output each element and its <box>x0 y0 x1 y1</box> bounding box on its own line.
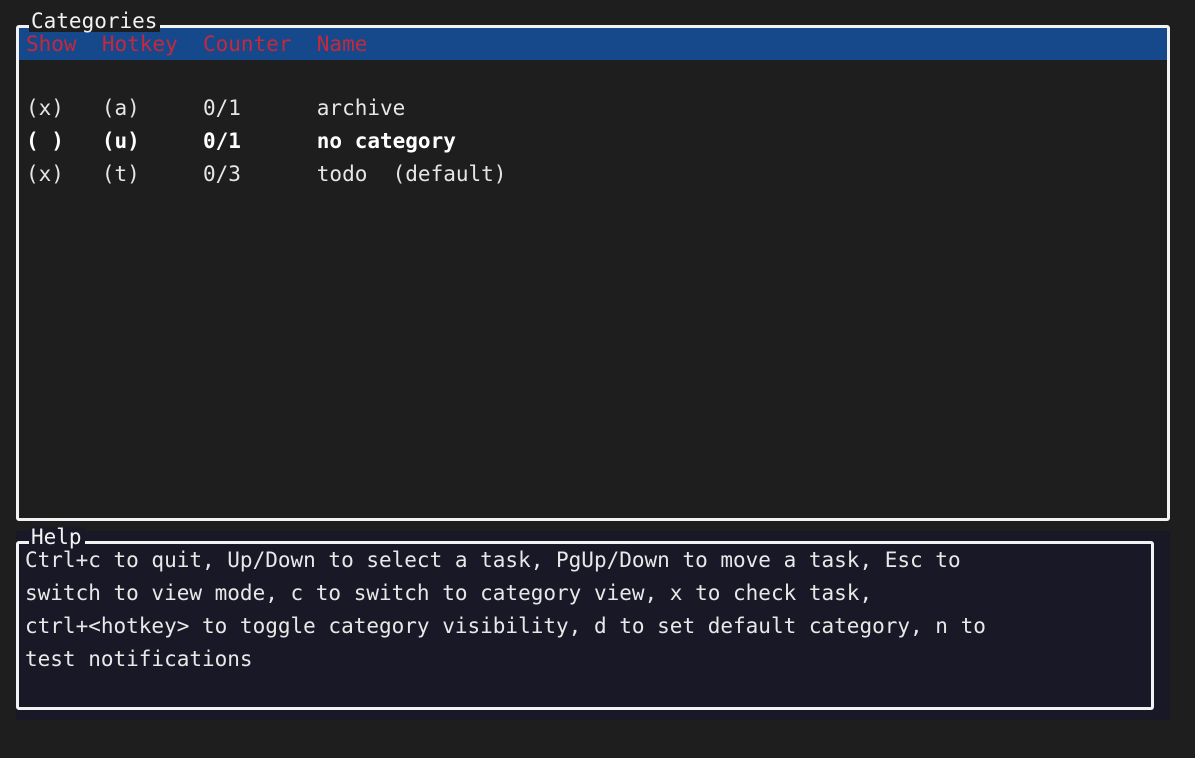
table-row[interactable]: (x) (a) 0/1 archive <box>26 92 1167 125</box>
help-text-line: test notifications <box>25 647 253 671</box>
help-panel-title: Help <box>29 527 85 548</box>
help-text-line: switch to view mode, c to switch to cate… <box>25 581 873 605</box>
categories-row-list: (x) (a) 0/1 archive ( ) (u) 0/1 no categ… <box>19 92 1167 191</box>
help-content: Ctrl+c to quit, Up/Down to select a task… <box>19 544 1151 676</box>
table-row[interactable]: (x) (t) 0/3 todo (default) <box>26 158 1167 191</box>
table-row[interactable]: ( ) (u) 0/1 no category <box>26 125 1167 158</box>
categories-table-header: Show Hotkey Counter Name <box>19 28 1167 60</box>
categories-content: Show Hotkey Counter Name (x) (a) 0/1 arc… <box>19 28 1167 518</box>
help-panel: Help Ctrl+c to quit, Up/Down to select a… <box>16 527 1154 710</box>
help-text-line: Ctrl+c to quit, Up/Down to select a task… <box>25 548 961 572</box>
help-text-line: ctrl+<hotkey> to toggle category visibil… <box>25 614 986 638</box>
terminal-screen: Categories Show Hotkey Counter Name (x) … <box>0 0 1195 758</box>
categories-panel-title: Categories <box>29 11 161 32</box>
categories-panel: Categories Show Hotkey Counter Name (x) … <box>16 11 1170 521</box>
categories-header-spacer <box>19 60 1167 92</box>
